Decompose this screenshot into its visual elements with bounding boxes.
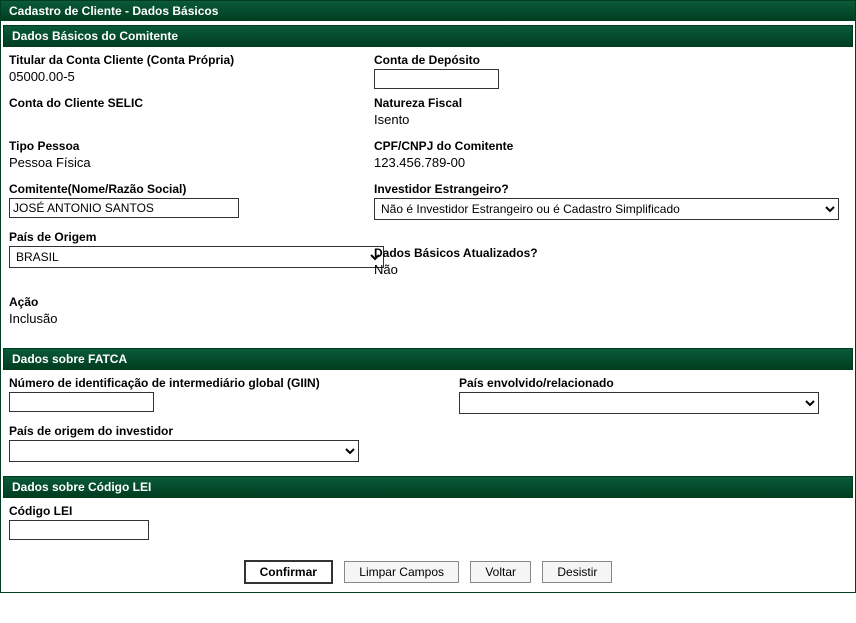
natureza-fiscal-value: Isento: [374, 112, 847, 127]
section-lei-header: Dados sobre Código LEI: [3, 476, 853, 498]
page-title-bar: Cadastro de Cliente - Dados Básicos: [1, 1, 855, 21]
desistir-button[interactable]: Desistir: [542, 561, 612, 583]
section-lei-title: Dados sobre Código LEI: [12, 480, 151, 494]
dados-atualizados-value: Não: [374, 262, 847, 277]
section-fatca-header: Dados sobre FATCA: [3, 348, 853, 370]
section-fatca-title: Dados sobre FATCA: [12, 352, 127, 366]
conta-deposito-input[interactable]: [374, 69, 499, 89]
titular-value: 05000.00-5: [9, 69, 364, 84]
section-fatca-content: Número de identificação de intermediário…: [1, 370, 855, 472]
acao-label: Ação: [9, 295, 364, 309]
confirmar-button[interactable]: Confirmar: [244, 560, 333, 584]
conta-deposito-label: Conta de Depósito: [374, 53, 847, 67]
pais-origem-inv-label: País de origem do investidor: [9, 424, 359, 438]
section-basicos-content: Titular da Conta Cliente (Conta Própria)…: [1, 47, 855, 344]
pais-env-select[interactable]: [459, 392, 819, 414]
natureza-fiscal-label: Natureza Fiscal: [374, 96, 847, 110]
giin-label: Número de identificação de intermediário…: [9, 376, 459, 390]
main-panel: Cadastro de Cliente - Dados Básicos Dado…: [0, 0, 856, 593]
limpar-button[interactable]: Limpar Campos: [344, 561, 459, 583]
tipo-pessoa-value: Pessoa Física: [9, 155, 364, 170]
section-basicos-title: Dados Básicos do Comitente: [12, 29, 178, 43]
giin-input[interactable]: [9, 392, 154, 412]
comitente-label: Comitente(Nome/Razão Social): [9, 182, 364, 196]
cpf-label: CPF/CNPJ do Comitente: [374, 139, 847, 153]
section-lei-content: Código LEI: [1, 498, 855, 550]
cpf-value: 123.456.789-00: [374, 155, 847, 170]
page-title: Cadastro de Cliente - Dados Básicos: [9, 4, 218, 18]
comitente-input[interactable]: [9, 198, 239, 218]
pais-env-label: País envolvido/relacionado: [459, 376, 847, 390]
pais-origem-label: País de Origem: [9, 230, 364, 244]
pais-origem-inv-select[interactable]: [9, 440, 359, 462]
codigo-lei-input[interactable]: [9, 520, 149, 540]
investidor-label: Investidor Estrangeiro?: [374, 182, 847, 196]
conta-selic-value: [9, 112, 364, 127]
button-bar: Confirmar Limpar Campos Voltar Desistir: [1, 550, 855, 592]
dados-atualizados-label: Dados Básicos Atualizados?: [374, 246, 847, 260]
section-basicos-header: Dados Básicos do Comitente: [3, 25, 853, 47]
acao-value: Inclusão: [9, 311, 364, 326]
codigo-lei-label: Código LEI: [9, 504, 149, 518]
tipo-pessoa-label: Tipo Pessoa: [9, 139, 364, 153]
pais-origem-select[interactable]: BRASIL: [9, 246, 384, 268]
investidor-select[interactable]: Não é Investidor Estrangeiro ou é Cadast…: [374, 198, 839, 220]
voltar-button[interactable]: Voltar: [470, 561, 531, 583]
conta-selic-label: Conta do Cliente SELIC: [9, 96, 364, 110]
titular-label: Titular da Conta Cliente (Conta Própria): [9, 53, 364, 67]
